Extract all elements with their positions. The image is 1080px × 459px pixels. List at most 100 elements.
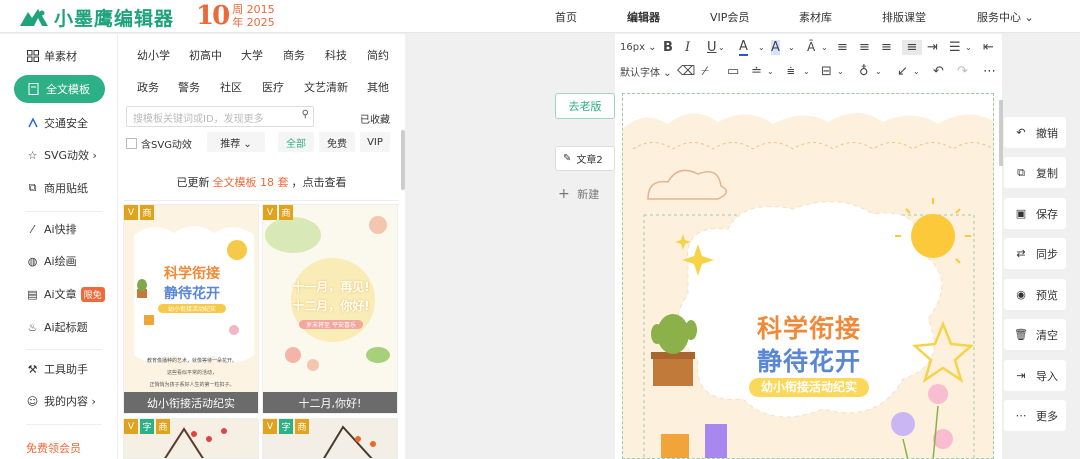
highlight-color-icon[interactable]: A bbox=[771, 39, 780, 55]
underline-icon[interactable]: U bbox=[707, 40, 717, 55]
copy-button[interactable]: ⧉ 复制 bbox=[1004, 157, 1066, 188]
align-justify-icon[interactable]: ≡ bbox=[902, 39, 922, 55]
list-icon[interactable]: ☰ bbox=[949, 40, 961, 55]
margin-icon[interactable]: ⊟ bbox=[821, 64, 832, 79]
save-button[interactable]: ▣ 保存 bbox=[1004, 198, 1066, 229]
nav-materials[interactable]: 素材库 bbox=[799, 9, 832, 25]
sidebar-item-stickers[interactable]: ⧉ 商用贴纸 bbox=[26, 180, 88, 196]
filter-vip[interactable]: VIP bbox=[360, 132, 390, 152]
favorites-link[interactable]: 已收藏 bbox=[360, 111, 390, 126]
chevron-down-icon[interactable]: ⌄ bbox=[837, 67, 844, 76]
bulb-icon[interactable]: ♁ bbox=[859, 64, 869, 79]
indent-icon[interactable]: ⇥ bbox=[927, 40, 938, 55]
font-size-select[interactable]: 16px ⌄ bbox=[620, 42, 657, 53]
sidebar-item-full-template[interactable]: 全文模板 bbox=[14, 75, 105, 103]
template-card[interactable]: 十一月，再见! 十二月，你好! 岁末将至 平安喜乐 V 商 十二月,你好! bbox=[262, 204, 398, 414]
sidebar-item-tools[interactable]: ⚒ 工具助手 bbox=[26, 361, 88, 377]
old-version-button[interactable]: 去老版 bbox=[555, 93, 615, 119]
undo-icon[interactable]: ↶ bbox=[933, 64, 944, 79]
chevron-down-icon[interactable]: ⌄ bbox=[767, 67, 774, 76]
nav-vip[interactable]: VIP会员 bbox=[710, 9, 749, 25]
sync-button[interactable]: ⇄ 同步 bbox=[1004, 238, 1066, 269]
font-color-icon[interactable]: A bbox=[739, 39, 748, 56]
clear-format-icon[interactable]: Ā bbox=[807, 40, 815, 54]
more-button[interactable]: ⋯ 更多 bbox=[1004, 400, 1066, 431]
sidebar-item-svg-animation[interactable]: ☆ SVG动效 › bbox=[26, 147, 97, 163]
sidebar-item-ai-title[interactable]: ♨ Ai起标题 bbox=[26, 319, 88, 335]
undo-button[interactable]: ↶ 撤销 bbox=[1004, 117, 1066, 148]
sidebar-item-ai-article[interactable]: ▤ Ai文章 限免 bbox=[26, 286, 105, 302]
chevron-down-icon[interactable]: ⌄ bbox=[875, 67, 882, 76]
template-icon bbox=[28, 82, 41, 96]
chevron-down-icon[interactable]: ⌄ bbox=[913, 67, 920, 76]
image-icon[interactable]: ▭ bbox=[727, 64, 739, 79]
logo[interactable]: 小墨鹰编辑器 bbox=[18, 4, 174, 31]
svg-filter-checkbox[interactable]: 含SVG动效 bbox=[126, 136, 192, 151]
template-card[interactable]: V 字 商 bbox=[262, 418, 398, 459]
canvas-subtitle[interactable]: 幼小衔接活动纪实 bbox=[749, 378, 869, 397]
sidebar-item-my-content[interactable]: ☺ 我的内容 › bbox=[26, 393, 96, 409]
category-tech[interactable]: 科技 bbox=[325, 47, 347, 63]
nav-home[interactable]: 首页 bbox=[555, 9, 577, 25]
nav-editor[interactable]: 编辑器 bbox=[627, 9, 660, 25]
new-document-button[interactable]: + 新建 bbox=[558, 186, 599, 202]
sort-dropdown[interactable]: 推荐 ⌄ bbox=[207, 132, 265, 152]
redo-icon[interactable]: ↷ bbox=[957, 64, 968, 79]
sidebar-item-ai-layout[interactable]: ⁄ Ai快排 bbox=[26, 221, 77, 237]
sign-in-icon[interactable]: ⇤ bbox=[983, 40, 994, 55]
category-primary[interactable]: 幼小学 bbox=[137, 47, 170, 63]
chevron-down-icon[interactable]: ⌄ bbox=[718, 43, 725, 52]
category-university[interactable]: 大学 bbox=[241, 47, 263, 63]
update-notice[interactable]: 已更新 全文模板 18 套 ，点击查看 bbox=[124, 164, 399, 201]
document-tab[interactable]: ✎ 文章2 bbox=[555, 146, 615, 171]
chevron-down-icon[interactable]: ⌄ bbox=[821, 43, 828, 52]
import-button[interactable]: ⇥ 导入 bbox=[1004, 360, 1066, 391]
category-medical[interactable]: 医疗 bbox=[262, 79, 284, 95]
more-icon[interactable]: ⋯ bbox=[983, 64, 996, 79]
search-input[interactable]: 搜模板关键词或ID，发现更多 ⚲ bbox=[126, 106, 314, 127]
font-family-select[interactable]: 默认字体 ⌄ bbox=[620, 64, 672, 79]
chevron-down-icon[interactable]: ⌄ bbox=[758, 43, 765, 52]
sidebar-item-label: 我的内容 › bbox=[44, 395, 96, 408]
category-government[interactable]: 政务 bbox=[137, 79, 159, 95]
bold-icon[interactable]: B bbox=[663, 40, 673, 55]
sidebar-item-single-material[interactable]: 单素材 bbox=[26, 48, 77, 64]
sidebar-item-label: 全文模板 bbox=[46, 83, 90, 96]
nav-service[interactable]: 服务中心 ⌄ bbox=[977, 9, 1034, 25]
search-icon[interactable]: ⚲ bbox=[302, 109, 309, 120]
chevron-down-icon[interactable]: ⌄ bbox=[788, 43, 795, 52]
category-middle-high[interactable]: 初高中 bbox=[189, 47, 222, 63]
eraser-icon[interactable]: ⌫ bbox=[677, 64, 695, 79]
chevron-down-icon[interactable]: ⌄ bbox=[965, 43, 972, 52]
italic-icon[interactable]: I bbox=[685, 40, 690, 55]
filter-free[interactable]: 免费 bbox=[319, 132, 355, 152]
paragraph-spacing-icon[interactable]: ⩧ bbox=[787, 64, 795, 79]
align-left-icon[interactable]: ≡ bbox=[837, 40, 848, 55]
line-spacing-icon[interactable]: ≐ bbox=[751, 64, 762, 79]
nav-course[interactable]: 排版课堂 bbox=[882, 9, 926, 25]
align-center-icon[interactable]: ≡ bbox=[859, 40, 870, 55]
category-business[interactable]: 商务 bbox=[283, 47, 305, 63]
category-literary[interactable]: 文艺清新 bbox=[304, 79, 348, 95]
sidebar-item-label: 单素材 bbox=[44, 50, 77, 63]
category-simple[interactable]: 简约 bbox=[367, 47, 389, 63]
category-other[interactable]: 其他 bbox=[367, 79, 389, 95]
arrow-down-left-icon[interactable]: ↙ bbox=[897, 64, 908, 79]
preview-button[interactable]: ◉ 预览 bbox=[1004, 279, 1066, 310]
format-brush-icon[interactable]: ⌿ bbox=[701, 64, 709, 79]
category-police[interactable]: 警务 bbox=[178, 79, 200, 95]
category-community[interactable]: 社区 bbox=[220, 79, 242, 95]
chevron-down-icon[interactable]: ⌄ bbox=[803, 67, 810, 76]
sidebar-item-traffic-safety[interactable]: 交通安全 bbox=[26, 115, 88, 131]
filter-all[interactable]: 全部 bbox=[278, 132, 314, 152]
canvas-title-1[interactable]: 科学衔接 bbox=[623, 309, 993, 345]
sidebar-item-ai-drawing[interactable]: ◍ Ai绘画 bbox=[26, 253, 77, 269]
canvas-title-2[interactable]: 静待花开 bbox=[623, 342, 993, 378]
template-card[interactable]: V 字 商 bbox=[123, 418, 259, 459]
align-right-icon[interactable]: ≡ bbox=[881, 40, 892, 55]
template-card[interactable]: 科学衔接 静待花开 幼小衔接活动纪实 教育像播种的艺术，就像等待一朵花开。 这些… bbox=[123, 204, 259, 414]
clear-button[interactable]: 🗑 清空 bbox=[1004, 319, 1066, 350]
template-panel-scrollbar[interactable] bbox=[401, 130, 405, 190]
document-canvas[interactable]: 科学衔接 静待花开 幼小衔接活动纪实 bbox=[622, 93, 994, 459]
sidebar-item-free-vip[interactable]: 免费领会员 bbox=[26, 440, 81, 456]
